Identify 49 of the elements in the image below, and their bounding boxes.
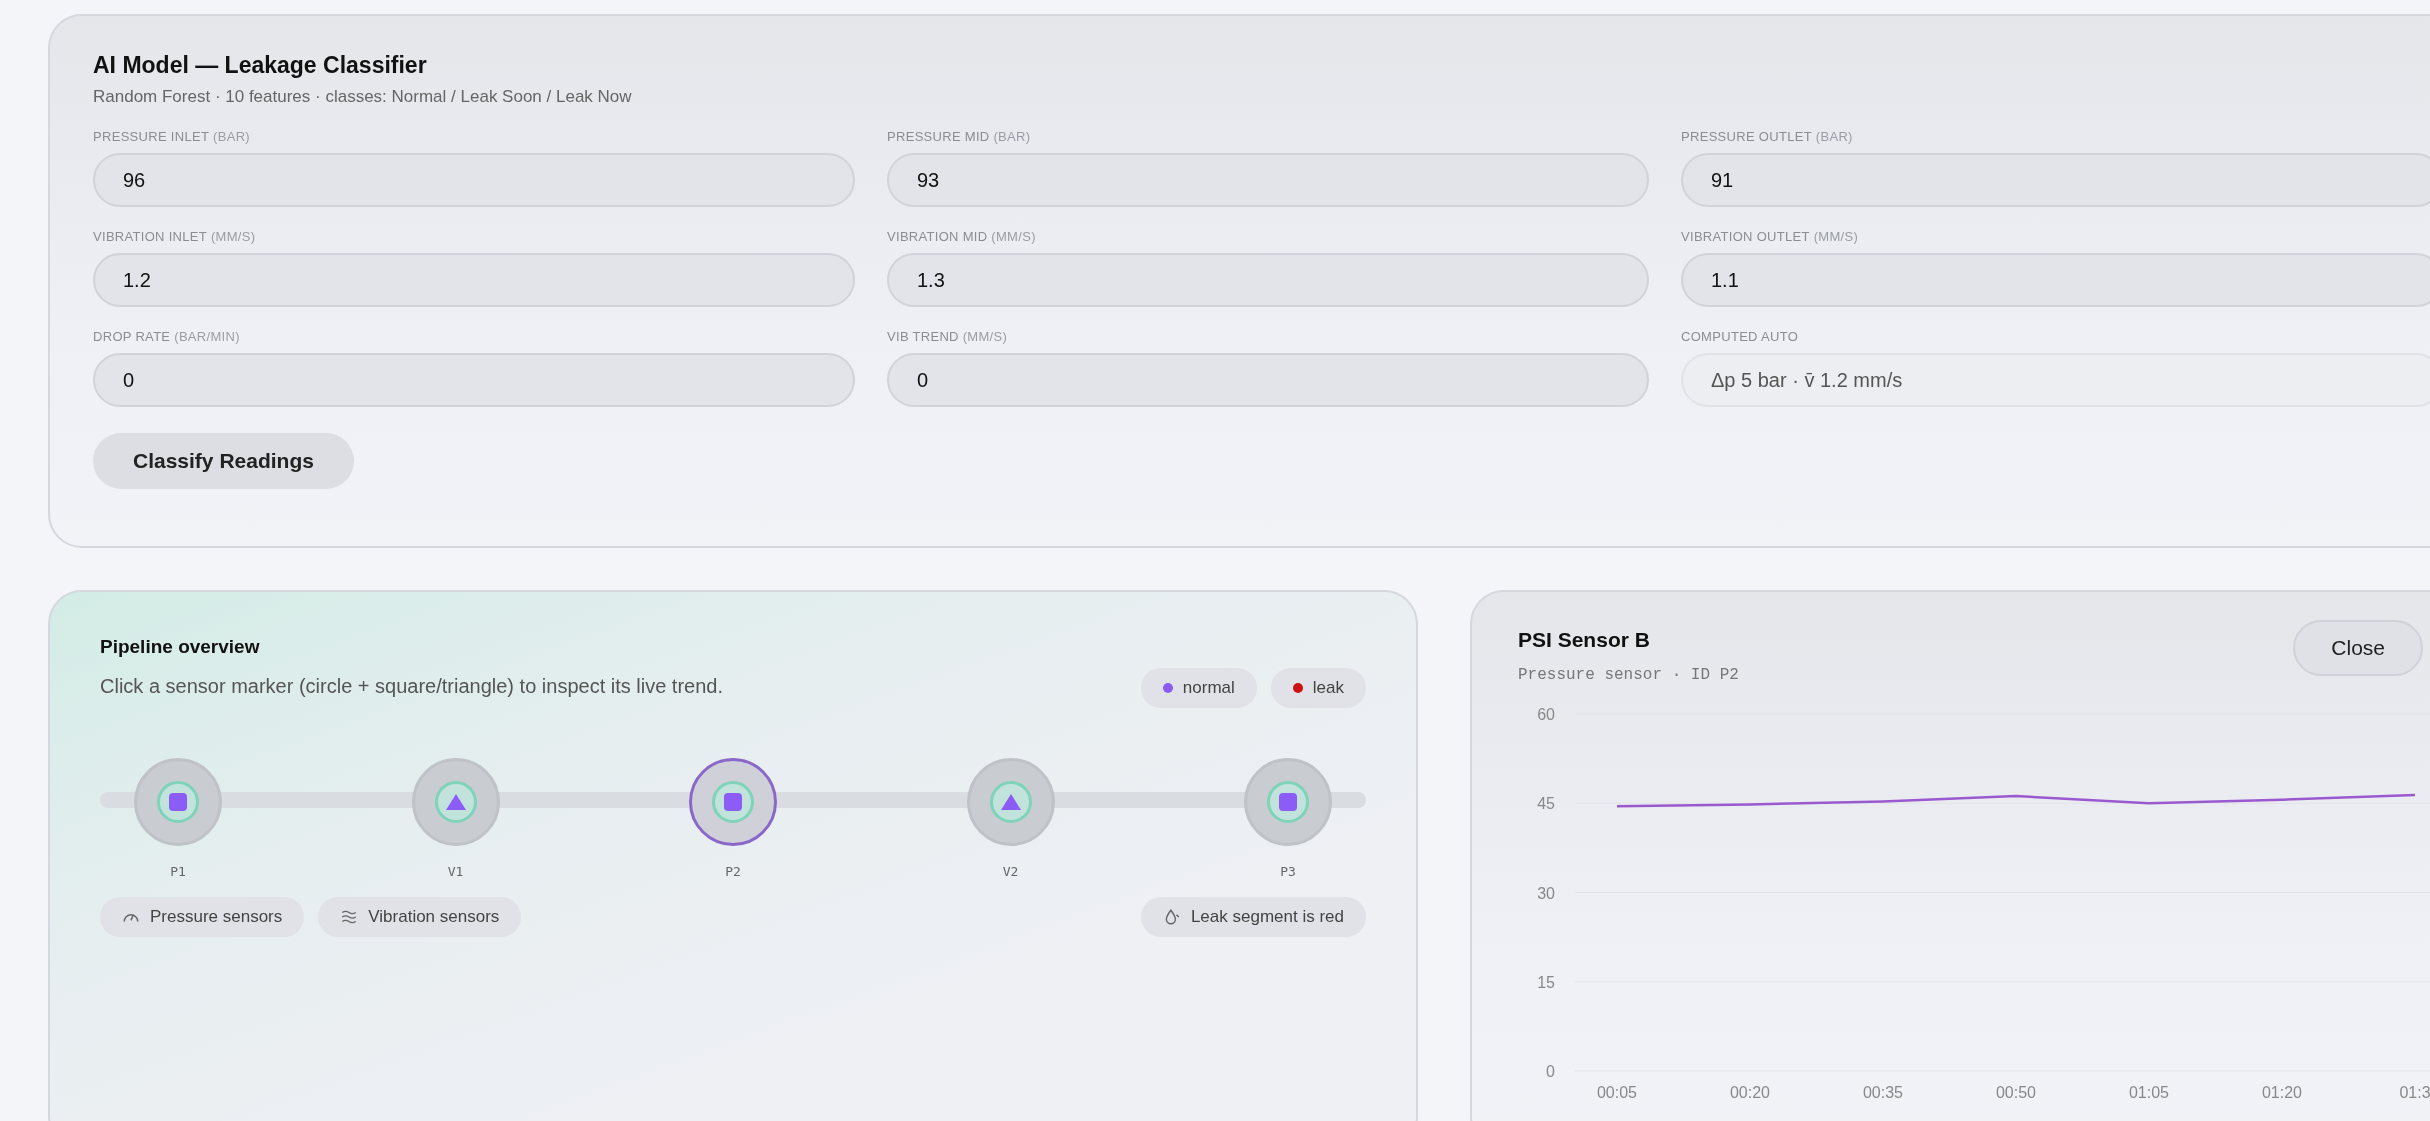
- input-field[interactable]: 96: [93, 153, 855, 207]
- sensor-label: V2: [1002, 864, 1019, 879]
- info-pill: Leak segment is red: [1140, 897, 1366, 937]
- axis-tick-label: 60: [1537, 706, 1555, 723]
- close-button[interactable]: Close: [2293, 620, 2423, 676]
- input-field[interactable]: 1.3: [887, 253, 1649, 307]
- axis-tick-label: 00:05: [1597, 1084, 1637, 1101]
- card-subtitle: Random Forest · 10 features · classes: Normal / Leak Soon / Leak Now: [93, 87, 633, 107]
- field-label: COMPUTED AUTO: [1681, 329, 1800, 344]
- card-title: PSI Sensor B: [1518, 628, 1651, 652]
- field-label: VIB TREND (MM/S): [887, 329, 1009, 344]
- axis-tick-label: 30: [1537, 884, 1555, 902]
- card-title: Pipeline overview: [100, 636, 261, 658]
- field-label: VIBRATION INLET (MM/S): [93, 229, 257, 244]
- field-label: PRESSURE INLET (BAR): [93, 129, 251, 144]
- waves-icon: [340, 908, 359, 926]
- axis-tick-label: 00:50: [1996, 1084, 2036, 1101]
- classify-button[interactable]: Classify Readings: [93, 433, 354, 489]
- info-pill: Pressure sensors: [100, 897, 305, 937]
- field-label: VIBRATION MID (MM/S): [887, 229, 1037, 244]
- axis-tick-label: 00:35: [1863, 1084, 1903, 1101]
- axis-tick-label: 0: [1546, 1063, 1555, 1080]
- axis-tick-label: 45: [1537, 795, 1555, 813]
- axis-tick-label: 00:20: [1730, 1084, 1770, 1101]
- info-pill: Vibration sensors: [318, 897, 522, 937]
- sensor-label: P2: [725, 864, 741, 879]
- computed-field: Δp 5 bar · v̄ 1.2 mm/s: [1681, 353, 2430, 407]
- legend-pill: normal: [1140, 668, 1257, 708]
- input-field[interactable]: 0: [887, 353, 1649, 407]
- sensor-label: P3: [1280, 864, 1296, 879]
- sensor-label: V1: [447, 864, 464, 879]
- axis-tick-label: 15: [1537, 973, 1555, 991]
- legend-pill: leak: [1270, 668, 1366, 708]
- sensor-label: P1: [170, 864, 186, 879]
- axis-tick-label: 01:3: [2399, 1084, 2430, 1101]
- card-description: Click a sensor marker (circle + square/triangle) to inspect its live trend.: [100, 674, 724, 699]
- axis-tick-label: 01:20: [2262, 1084, 2302, 1101]
- field-label: DROP RATE (BAR/MIN): [93, 329, 241, 344]
- card-subtitle: Pressure sensor · ID P2: [1518, 666, 1739, 684]
- field-label: PRESSURE MID (BAR): [887, 129, 1032, 144]
- input-field[interactable]: 93: [887, 153, 1649, 207]
- card-title: AI Model — Leakage Classifier: [93, 52, 428, 79]
- field-label: PRESSURE OUTLET (BAR): [1681, 129, 1854, 144]
- axis-tick-label: 01:05: [2129, 1084, 2169, 1101]
- input-field[interactable]: 1.2: [93, 253, 855, 307]
- input-field[interactable]: 0: [93, 353, 855, 407]
- field-label: VIBRATION OUTLET (MM/S): [1681, 229, 1860, 244]
- input-field[interactable]: 1.1: [1681, 253, 2430, 307]
- input-field[interactable]: 91: [1681, 153, 2430, 207]
